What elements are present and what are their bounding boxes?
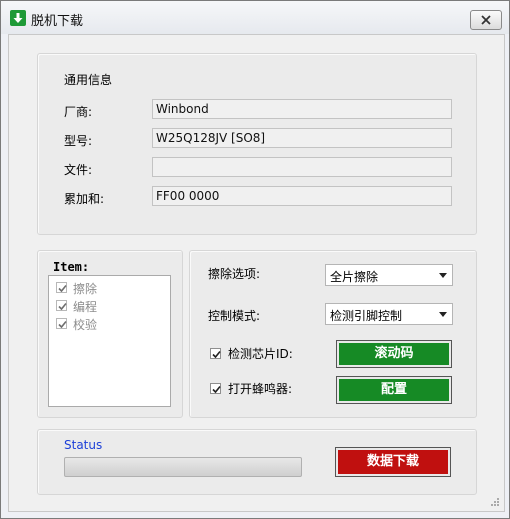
main-window: 脱机下载 通用信息 厂商: Winbond 型号: W25Q128JV [SO8… — [0, 0, 510, 519]
general-info-panel: 通用信息 厂商: Winbond 型号: W25Q128JV [SO8] 文件:… — [37, 53, 477, 235]
download-progress-bar — [64, 457, 302, 477]
buzzer-label: 打开蜂鸣器: — [228, 382, 293, 396]
items-list: 擦除 编程 校验 — [48, 275, 171, 407]
file-label: 文件: — [64, 163, 93, 177]
vendor-field: Winbond — [152, 99, 452, 119]
dropdown-arrow-icon — [439, 312, 447, 317]
dropdown-arrow-icon — [439, 273, 447, 278]
checkmark-icon — [58, 302, 67, 311]
detect-chip-checkbox[interactable] — [210, 348, 221, 359]
checksum-field: FF00 0000 — [152, 186, 452, 206]
window-title: 脱机下载 — [31, 14, 84, 29]
erase-option-value: 全片擦除 — [330, 270, 379, 284]
checkmark-icon — [212, 385, 221, 394]
general-info-title: 通用信息 — [64, 73, 113, 87]
close-icon — [481, 15, 491, 25]
checkbox-verify[interactable] — [56, 318, 67, 329]
resize-grip-icon[interactable] — [490, 497, 500, 507]
list-item[interactable]: 擦除 — [56, 280, 156, 296]
title-bar[interactable]: 脱机下载 — [1, 1, 509, 34]
checkbox-program[interactable] — [56, 300, 67, 311]
data-download-button[interactable]: 数据下载 — [335, 447, 451, 477]
erase-option-label: 擦除选项: — [208, 267, 261, 281]
checkmark-icon — [212, 350, 221, 359]
control-mode-label: 控制模式: — [208, 309, 261, 323]
control-mode-select[interactable]: 检测引脚控制 — [325, 303, 453, 325]
file-field — [152, 157, 452, 177]
item-label-verify: 校验 — [73, 318, 98, 332]
rolling-code-button[interactable]: 滚动码 — [336, 340, 452, 368]
list-item[interactable]: 编程 — [56, 298, 156, 314]
item-label-program: 编程 — [73, 300, 98, 314]
items-title: Item: — [53, 260, 90, 274]
status-label: Status — [64, 438, 103, 452]
checksum-label: 累加和: — [64, 192, 105, 206]
buzzer-checkbox[interactable] — [210, 383, 221, 394]
vendor-label: 厂商: — [64, 105, 93, 119]
config-button[interactable]: 配置 — [336, 376, 452, 404]
model-label: 型号: — [64, 134, 93, 148]
checkbox-erase[interactable] — [56, 282, 67, 293]
dialog-body: 通用信息 厂商: Winbond 型号: W25Q128JV [SO8] 文件:… — [8, 34, 505, 512]
detect-chip-label: 检测芯片ID: — [228, 347, 293, 361]
download-arrow-icon — [10, 10, 26, 26]
item-label-erase: 擦除 — [73, 282, 98, 296]
status-panel: Status 数据下载 — [37, 429, 477, 495]
list-item[interactable]: 校验 — [56, 316, 156, 332]
erase-option-select[interactable]: 全片擦除 — [325, 264, 453, 286]
items-panel: Item: 擦除 编程 校验 — [37, 250, 183, 418]
checkmark-icon — [58, 284, 67, 293]
model-field: W25Q128JV [SO8] — [152, 128, 452, 148]
close-button[interactable] — [470, 10, 502, 30]
checkmark-icon — [58, 320, 67, 329]
control-mode-value: 检测引脚控制 — [330, 309, 403, 323]
options-panel: 擦除选项: 全片擦除 控制模式: 检测引脚控制 检测芯片ID: 滚动码 打开蜂鸣… — [189, 250, 477, 418]
